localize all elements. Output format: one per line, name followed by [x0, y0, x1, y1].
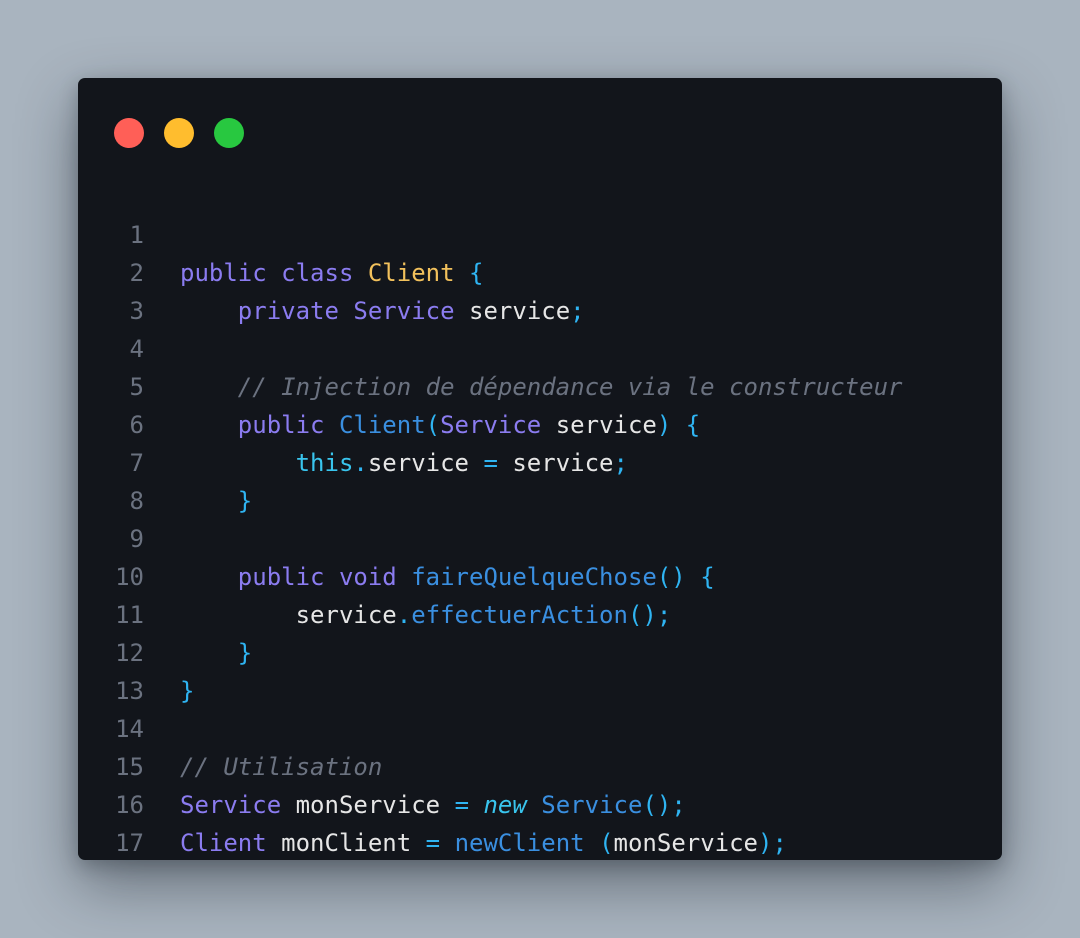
close-dot-icon[interactable] [114, 118, 144, 148]
code-block: 1 public class Client { 2 private Servic… [78, 178, 1002, 857]
code-line: 16 Client monClient = newClient (monServ… [78, 748, 1002, 857]
code-line: 10 service.effectuerAction(); [78, 520, 1002, 629]
maximize-dot-icon[interactable] [214, 118, 244, 148]
operator: = [425, 829, 441, 857]
paren: ( [599, 829, 614, 857]
minimize-dot-icon[interactable] [164, 118, 194, 148]
code-line: 12 } [78, 596, 1002, 705]
line-content: Client monClient = newClient (monService… [180, 824, 787, 862]
code-line: 15 Service monService = new Service(); [78, 710, 1002, 819]
code-window: 1 public class Client { 2 private Servic… [78, 78, 1002, 860]
code-line: 2 private Service service; [78, 216, 1002, 325]
code-line: 6 this.service = service; [78, 368, 1002, 477]
code-line: 13 [78, 634, 1002, 705]
code-line: 3 [78, 254, 1002, 325]
line-number: 17 [115, 829, 144, 857]
code-line: 14 // Utilisation [78, 672, 1002, 781]
identifier: monService [613, 829, 759, 857]
code-line: 9 public void faireQuelqueChose() { [78, 482, 1002, 591]
semicolon: ; [772, 829, 787, 857]
code-line: 5 public Client(Service service) { [78, 330, 1002, 439]
code-line: 8 [78, 444, 1002, 515]
code-line: 4 // Injection de dépendance via le cons… [78, 292, 1002, 401]
constructor-name: newClient [454, 829, 585, 857]
code-line: 11 } [78, 558, 1002, 667]
code-line: 1 public class Client { [78, 178, 1002, 287]
paren: ) [758, 829, 773, 857]
type-name: Client [180, 829, 267, 857]
identifier: monClient [281, 829, 412, 857]
code-line: 7 } [78, 406, 1002, 515]
code-line: 17 [78, 786, 1002, 857]
